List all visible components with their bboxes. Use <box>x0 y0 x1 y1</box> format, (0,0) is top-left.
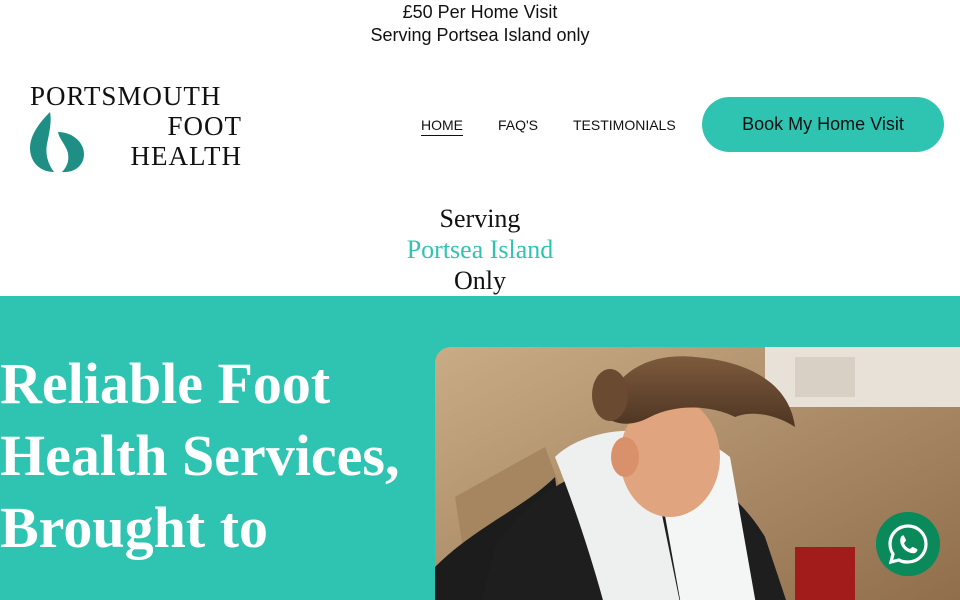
hero-section: Reliable Foot Health Services, Brought t… <box>0 296 960 600</box>
whatsapp-chat-button[interactable] <box>876 512 940 576</box>
hero-title: Reliable Foot Health Services, Brought t… <box>0 351 400 560</box>
book-home-visit-button[interactable]: Book My Home Visit <box>702 97 944 152</box>
logo-word-health: HEALTH <box>130 141 242 171</box>
area-announcement: Serving Portsea Island only <box>370 25 590 45</box>
whatsapp-icon <box>876 512 940 576</box>
price-announcement: £50 Per Home Visit <box>402 2 558 22</box>
serving-line-3: Only <box>454 266 506 295</box>
nav-testimonials-link[interactable]: TESTIMONIALS <box>573 116 676 134</box>
serving-line-1: Serving <box>439 204 521 233</box>
logo-word-portsmouth: PORTSMOUTH <box>30 81 222 111</box>
serving-line-2: Portsea Island <box>406 235 554 264</box>
nav-home-link[interactable]: HOME <box>421 116 463 136</box>
main-navigation: HOME FAQ'S TESTIMONIALS <box>0 116 700 136</box>
nav-faq-link[interactable]: FAQ'S <box>498 116 538 134</box>
